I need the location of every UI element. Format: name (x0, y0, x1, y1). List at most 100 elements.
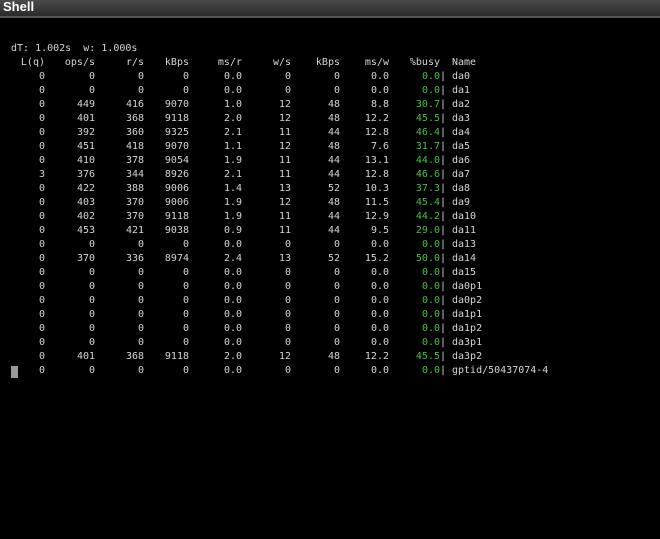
cell-ops: 376 (76, 169, 95, 180)
cell-lq: 0 (38, 155, 45, 166)
cell-ops: 392 (76, 127, 95, 138)
cell-rkbps: 9070 (164, 141, 189, 152)
cell-busy: 0.0 (421, 337, 440, 348)
cell-ws: 0 (284, 323, 291, 334)
cell-rs: 0 (137, 337, 144, 348)
device-row: 0 0 0 0 0.0 0 0 0.0 0.0 | da0 (11, 70, 651, 84)
cell-ws: 12 (278, 197, 291, 208)
cell-rkbps: 8926 (164, 169, 189, 180)
cell-device-name: da0p2 (452, 295, 483, 306)
cell-msr: 0.0 (223, 85, 242, 96)
cell-rs: 0 (137, 295, 144, 306)
cell-wkbps: 0 (333, 295, 340, 306)
device-row: 0 0 0 0 0.0 0 0 0.0 0.0 | da13 (11, 238, 651, 252)
cell-rkbps: 0 (182, 365, 189, 376)
cell-msw: 12.9 (364, 211, 389, 222)
column-separator: | (440, 337, 447, 348)
cell-msw: 12.8 (364, 169, 389, 180)
column-header-row: L(q) ops/s r/s kBps ms/r w/s kBps ms/w %busy Name (11, 56, 651, 70)
cell-busy: 0.0 (421, 239, 440, 250)
cell-ops: 453 (76, 225, 95, 236)
cell-rs: 0 (137, 71, 144, 82)
cell-lq: 0 (38, 225, 45, 236)
cell-msr: 2.0 (223, 351, 242, 362)
cell-busy: 45.4 (415, 197, 440, 208)
column-separator: | (440, 169, 447, 180)
cell-busy: 0.0 (421, 309, 440, 320)
cell-rs: 370 (125, 211, 144, 222)
cell-rkbps: 9118 (164, 113, 189, 124)
cell-rkbps: 9006 (164, 197, 189, 208)
device-row: 0 0 0 0 0.0 0 0 0.0 0.0 | gptid/50437074-4 (11, 364, 651, 378)
cell-rs: 368 (125, 351, 144, 362)
cell-wkbps: 0 (333, 71, 340, 82)
column-separator: | (440, 85, 447, 96)
cell-device-name: da7 (452, 169, 471, 180)
cell-msw: 0.0 (370, 239, 389, 250)
cell-device-name: da4 (452, 127, 471, 138)
cell-rkbps: 9038 (164, 225, 189, 236)
cell-device-name: da2 (452, 99, 471, 110)
cell-lq: 0 (38, 253, 45, 264)
cell-device-name: da3p2 (452, 351, 483, 362)
cell-device-name: da5 (452, 141, 471, 152)
cell-rs: 388 (125, 183, 144, 194)
cell-wkbps: 52 (327, 183, 340, 194)
cell-lq: 0 (38, 337, 45, 348)
terminal-cursor (11, 366, 18, 378)
device-row: 0 451 418 9070 1.1 12 48 7.6 31.7 | da5 (11, 140, 651, 154)
window-titlebar: Shell (0, 0, 660, 18)
cell-ops: 0 (88, 337, 95, 348)
column-header-ops: ops/s (64, 57, 95, 68)
cell-busy: 44.2 (415, 211, 440, 222)
device-row: 0 449 416 9070 1.0 12 48 8.8 30.7 | da2 (11, 98, 651, 112)
cell-ws: 13 (278, 253, 291, 264)
cell-rkbps: 0 (182, 337, 189, 348)
cell-ops: 0 (88, 365, 95, 376)
cell-wkbps: 44 (327, 155, 340, 166)
cell-ws: 0 (284, 365, 291, 376)
cell-busy: 0.0 (421, 281, 440, 292)
device-row: 0 422 388 9006 1.4 13 52 10.3 37.3 | da8 (11, 182, 651, 196)
cell-lq: 0 (38, 127, 45, 138)
cell-ops: 0 (88, 71, 95, 82)
cell-ops: 0 (88, 239, 95, 250)
terminal-output[interactable]: dT: 1.002s w: 1.000s L(q) ops/s r/s kBps ms/… (11, 42, 651, 522)
cell-wkbps: 0 (333, 365, 340, 376)
cell-ops: 0 (88, 267, 95, 278)
cell-ops: 0 (88, 281, 95, 292)
cell-rkbps: 9325 (164, 127, 189, 138)
cell-rkbps: 0 (182, 309, 189, 320)
cell-lq: 0 (38, 281, 45, 292)
cell-wkbps: 44 (327, 169, 340, 180)
cell-device-name: da9 (452, 197, 471, 208)
cell-device-name: da3p1 (452, 337, 483, 348)
cell-wkbps: 48 (327, 141, 340, 152)
cell-msw: 0.0 (370, 71, 389, 82)
cell-busy: 0.0 (421, 295, 440, 306)
cell-lq: 0 (38, 141, 45, 152)
cell-rs: 0 (137, 309, 144, 320)
cell-rkbps: 0 (182, 295, 189, 306)
device-row: 0 370 336 8974 2.4 13 52 15.2 50.0 | da14 (11, 252, 651, 266)
cell-wkbps: 0 (333, 323, 340, 334)
cell-msr: 1.9 (223, 197, 242, 208)
column-separator: | (440, 225, 447, 236)
cell-busy: 0.0 (421, 365, 440, 376)
column-header-busy: %busy (409, 57, 440, 68)
cell-rs: 0 (137, 365, 144, 376)
device-row: 3 376 344 8926 2.1 11 44 12.8 46.6 | da7 (11, 168, 651, 182)
cell-msw: 0.0 (370, 337, 389, 348)
column-separator: | (440, 99, 447, 110)
cell-lq: 0 (38, 183, 45, 194)
cell-ops: 422 (76, 183, 95, 194)
cell-wkbps: 0 (333, 281, 340, 292)
cell-device-name: da10 (452, 211, 477, 222)
cell-rkbps: 8974 (164, 253, 189, 264)
cell-lq: 0 (38, 71, 45, 82)
cell-wkbps: 52 (327, 253, 340, 264)
cell-msr: 0.0 (223, 71, 242, 82)
column-separator: | (440, 113, 447, 124)
cell-device-name: da3 (452, 113, 471, 124)
cell-ws: 11 (278, 225, 291, 236)
